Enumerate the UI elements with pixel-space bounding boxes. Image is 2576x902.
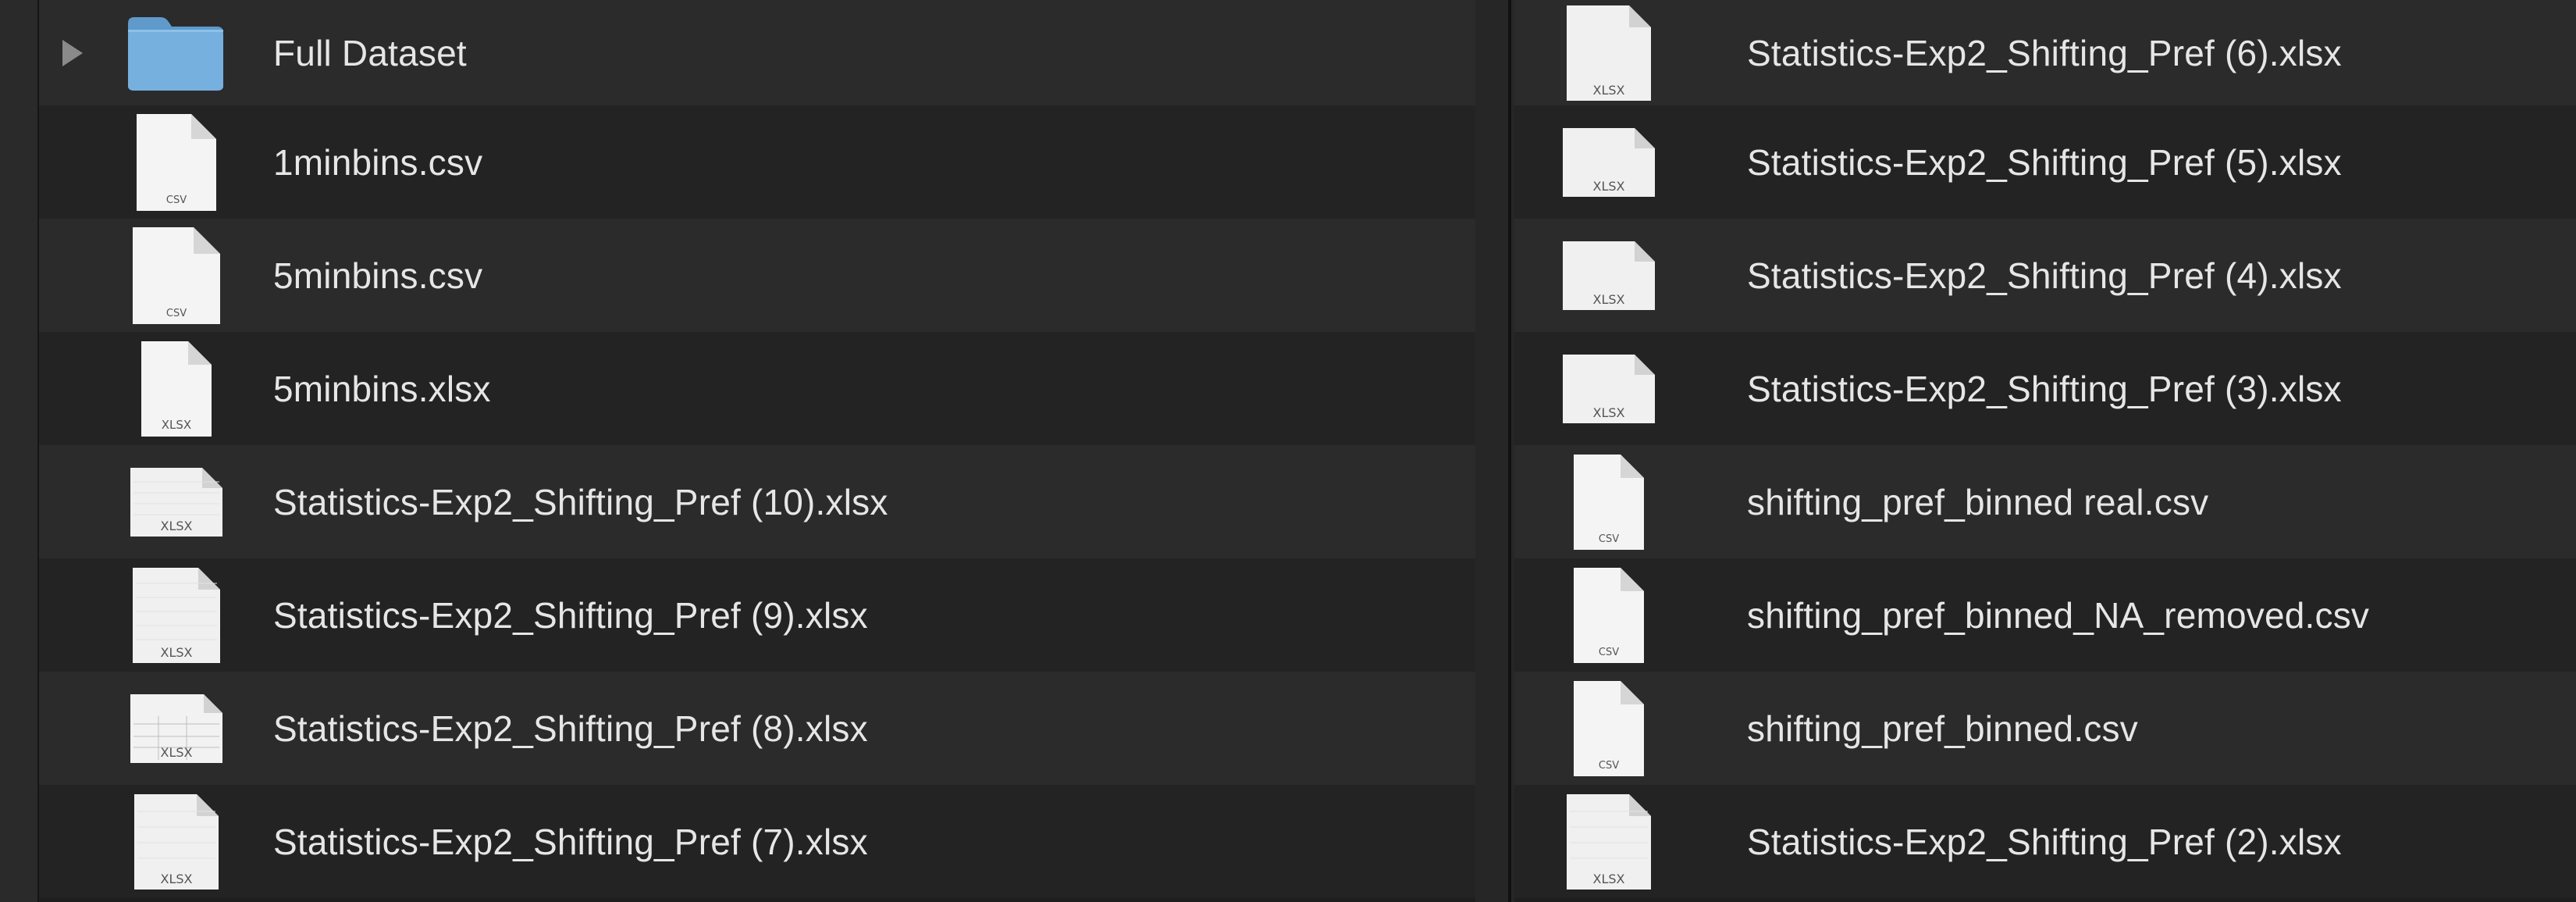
list-item[interactable]: CSV shifting_pref_binned.csv: [1514, 672, 2576, 785]
csv-file-icon: CSV: [1553, 678, 1663, 779]
file-type-label: CSV: [166, 308, 187, 319]
item-name: Statistics-Exp2_Shifting_Pref (5).xlsx: [1747, 141, 2342, 183]
csv-file-icon: CSV: [1553, 565, 1663, 666]
item-name: Full Dataset: [273, 32, 467, 73]
list-item[interactable]: XLSX Statistics-Exp2_Shifting_Pref (5).x…: [1514, 105, 2576, 219]
item-name: shifting_pref_binned.csv: [1747, 708, 2138, 749]
item-name: Statistics-Exp2_Shifting_Pref (8).xlsx: [273, 708, 868, 749]
list-item[interactable]: XLSX Statistics-Exp2_Shifting_Pref (2).x…: [1514, 785, 2576, 898]
xlsx-file-icon: XLSX: [121, 791, 230, 893]
list-item[interactable]: XLSX Statistics-Exp2_Shifting_Pref (3).x…: [1514, 332, 2576, 445]
list-item[interactable]: XLSX Statistics-Exp2_Shifting_Pref (6).x…: [1514, 0, 2576, 105]
file-type-label: XLSX: [1593, 179, 1625, 194]
item-name: 5minbins.csv: [273, 255, 483, 296]
xlsx-file-icon: XLSX: [1553, 2, 1663, 104]
xlsx-file-icon: XLSX: [1553, 112, 1663, 213]
item-name: Statistics-Exp2_Shifting_Pref (10).xlsx: [273, 481, 888, 522]
item-name: Statistics-Exp2_Shifting_Pref (9).xlsx: [273, 594, 868, 636]
item-name: Statistics-Exp2_Shifting_Pref (4).xlsx: [1747, 255, 2342, 296]
csv-file-icon: CSV: [121, 112, 230, 213]
file-type-label: XLSX: [161, 745, 193, 760]
list-item[interactable]: XLSX Statistics-Exp2_Shifting_Pref (7).x…: [39, 785, 1475, 898]
file-list-right: XLSX Statistics-Exp2_Shifting_Pref (6).x…: [1514, 0, 2576, 902]
xlsx-file-icon: XLSX: [121, 678, 230, 779]
list-item[interactable]: CSV shifting_pref_binned_NA_removed.csv: [1514, 558, 2576, 672]
item-name: shifting_pref_binned_NA_removed.csv: [1747, 594, 2370, 636]
item-name: shifting_pref_binned real.csv: [1747, 481, 2209, 522]
file-list-left: Full Dataset CSV 1minbins.csv CSV 5minbi…: [39, 0, 1475, 902]
file-type-label: XLSX: [1593, 83, 1625, 98]
list-item[interactable]: XLSX Statistics-Exp2_Shifting_Pref (10).…: [39, 445, 1475, 558]
list-item[interactable]: XLSX 5minbins.xlsx: [39, 332, 1475, 445]
csv-file-icon: CSV: [121, 225, 230, 326]
file-type-label: XLSX: [161, 519, 193, 533]
csv-file-icon: CSV: [1553, 451, 1663, 553]
sidebar-edge: [0, 0, 39, 902]
xlsx-file-icon: XLSX: [121, 565, 230, 666]
file-type-label: XLSX: [1593, 405, 1625, 420]
list-item[interactable]: CSV 5minbins.csv: [39, 219, 1475, 332]
list-item[interactable]: XLSX Statistics-Exp2_Shifting_Pref (9).x…: [39, 558, 1475, 672]
xlsx-file-icon: XLSX: [121, 451, 230, 553]
folder-icon: [121, 2, 230, 104]
disclosure-triangle-icon[interactable]: [62, 39, 83, 66]
column-divider[interactable]: [1475, 0, 1514, 902]
item-name: Statistics-Exp2_Shifting_Pref (6).xlsx: [1747, 32, 2342, 73]
list-item[interactable]: XLSX Statistics-Exp2_Shifting_Pref (4).x…: [1514, 219, 2576, 332]
file-type-label: XLSX: [1593, 872, 1625, 886]
file-type-label: XLSX: [162, 418, 191, 432]
list-item[interactable]: XLSX Statistics-Exp2_Shifting_Pref (8).x…: [39, 672, 1475, 785]
file-type-label: XLSX: [161, 645, 193, 660]
xlsx-file-icon: XLSX: [121, 338, 230, 440]
item-name: Statistics-Exp2_Shifting_Pref (2).xlsx: [1747, 821, 2342, 862]
file-type-label: XLSX: [1593, 292, 1625, 307]
xlsx-file-icon: XLSX: [1553, 225, 1663, 326]
list-item[interactable]: CSV shifting_pref_binned real.csv: [1514, 445, 2576, 558]
item-name: 1minbins.csv: [273, 141, 483, 183]
file-type-label: CSV: [166, 194, 187, 206]
file-type-label: XLSX: [161, 872, 193, 886]
finder-window: Full Dataset CSV 1minbins.csv CSV 5minbi…: [0, 0, 2576, 902]
file-type-label: CSV: [1599, 760, 1619, 772]
item-name: Statistics-Exp2_Shifting_Pref (3).xlsx: [1747, 368, 2342, 409]
list-item[interactable]: CSV 1minbins.csv: [39, 105, 1475, 219]
list-item[interactable]: Full Dataset: [39, 0, 1475, 105]
item-name: Statistics-Exp2_Shifting_Pref (7).xlsx: [273, 821, 868, 862]
xlsx-file-icon: XLSX: [1553, 338, 1663, 440]
xlsx-file-icon: XLSX: [1553, 791, 1663, 893]
file-type-label: CSV: [1599, 647, 1619, 658]
item-name: 5minbins.xlsx: [273, 368, 491, 409]
file-type-label: CSV: [1599, 533, 1619, 545]
